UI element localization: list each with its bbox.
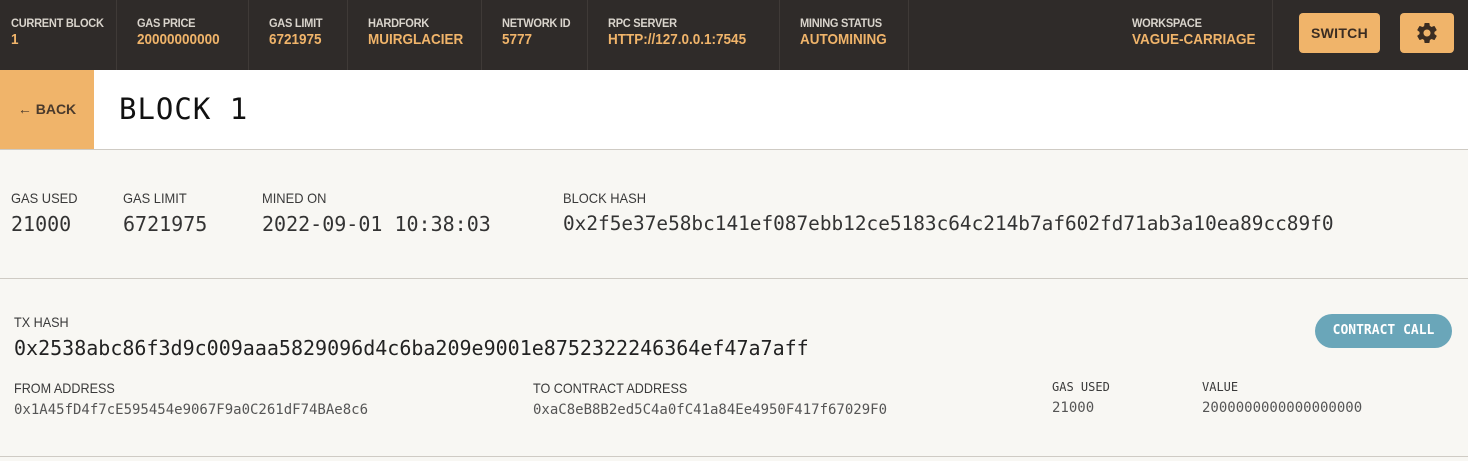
page-title: BLOCK 1	[119, 92, 249, 126]
block-info-panel: GAS USED 21000 GAS LIMIT 6721975 MINED O…	[0, 150, 1468, 279]
tx-hash-value[interactable]: 0x2538abc86f3d9c009aaa5829096d4c6ba209e9…	[14, 336, 809, 360]
stat-rpc-server: RPC SERVER HTTP://127.0.0.1:7545	[588, 0, 780, 70]
switch-workspace-button[interactable]: SWITCH	[1299, 13, 1380, 53]
stat-workspace: WORKSPACE VAGUE-CARRIAGE	[1112, 0, 1273, 70]
back-button[interactable]: ← BACK	[0, 70, 94, 149]
stat-value: HTTP://127.0.0.1:7545	[608, 31, 747, 48]
gas-limit-value: 6721975	[123, 212, 208, 236]
from-address-label: FROM ADDRESS	[14, 380, 115, 396]
mined-on-label: MINED ON	[262, 190, 327, 206]
stat-value: AUTOMINING	[800, 31, 887, 48]
settings-button[interactable]	[1400, 13, 1454, 53]
to-contract-address-value: 0xaC8eB8B2ed5C4a0fC41a84Ee4950F417f67029…	[533, 402, 888, 418]
top-status-bar: CURRENT BLOCK 1 GAS PRICE 20000000000 GA…	[0, 0, 1468, 70]
stat-network-id: NETWORK ID 5777	[482, 0, 588, 70]
stat-hardfork: HARDFORK MUIRGLACIER	[348, 0, 482, 70]
stat-value: MUIRGLACIER	[368, 31, 464, 48]
block-header: ← BACK BLOCK 1	[0, 70, 1468, 150]
tx-gas-used-label: GAS USED	[1052, 380, 1110, 394]
stat-label: GAS LIMIT	[269, 16, 323, 30]
workspace-label: WORKSPACE	[1132, 16, 1202, 30]
to-contract-address-label: TO CONTRACT ADDRESS	[533, 380, 688, 396]
stat-label: RPC SERVER	[608, 16, 677, 30]
stat-label: GAS PRICE	[137, 16, 196, 30]
workspace-name: VAGUE-CARRIAGE	[1132, 31, 1256, 48]
tx-gas-used-value: 21000	[1052, 400, 1095, 416]
stat-mining-status: MINING STATUS AUTOMINING	[780, 0, 909, 70]
block-hash-value: 0x2f5e37e58bc141ef087ebb12ce5183c64c214b…	[563, 212, 1334, 235]
stat-current-block: CURRENT BLOCK 1	[0, 0, 117, 70]
tx-value-value: 2000000000000000000	[1202, 400, 1363, 416]
stat-value: 6721975	[269, 31, 322, 48]
tx-value-label: VALUE	[1202, 380, 1239, 394]
gas-used-label: GAS USED	[11, 190, 78, 206]
transaction-row[interactable]: TX HASH 0x2538abc86f3d9c009aaa5829096d4c…	[0, 279, 1468, 457]
tx-hash-label: TX HASH	[14, 314, 69, 330]
stat-value: 5777	[502, 31, 533, 48]
gas-limit-label: GAS LIMIT	[123, 190, 187, 206]
stat-label: NETWORK ID	[502, 16, 571, 30]
stat-gas-limit: GAS LIMIT 6721975	[249, 0, 348, 70]
from-address-value: 0x1A45fD4f7cE595454e9067F9a0C261dF74BAe8…	[14, 402, 369, 418]
stat-value: 1	[11, 31, 19, 48]
stat-label: CURRENT BLOCK	[11, 16, 104, 30]
stat-gas-price: GAS PRICE 20000000000	[117, 0, 249, 70]
mined-on-value: 2022-09-01 10:38:03	[262, 212, 491, 236]
stat-label: HARDFORK	[368, 16, 429, 30]
gas-used-value: 21000	[11, 212, 72, 236]
stat-value: 20000000000	[137, 31, 220, 48]
gear-icon	[1417, 23, 1437, 44]
tx-type-badge: CONTRACT CALL	[1315, 314, 1452, 348]
block-hash-label: BLOCK HASH	[563, 190, 647, 206]
stat-label: MINING STATUS	[800, 16, 882, 30]
